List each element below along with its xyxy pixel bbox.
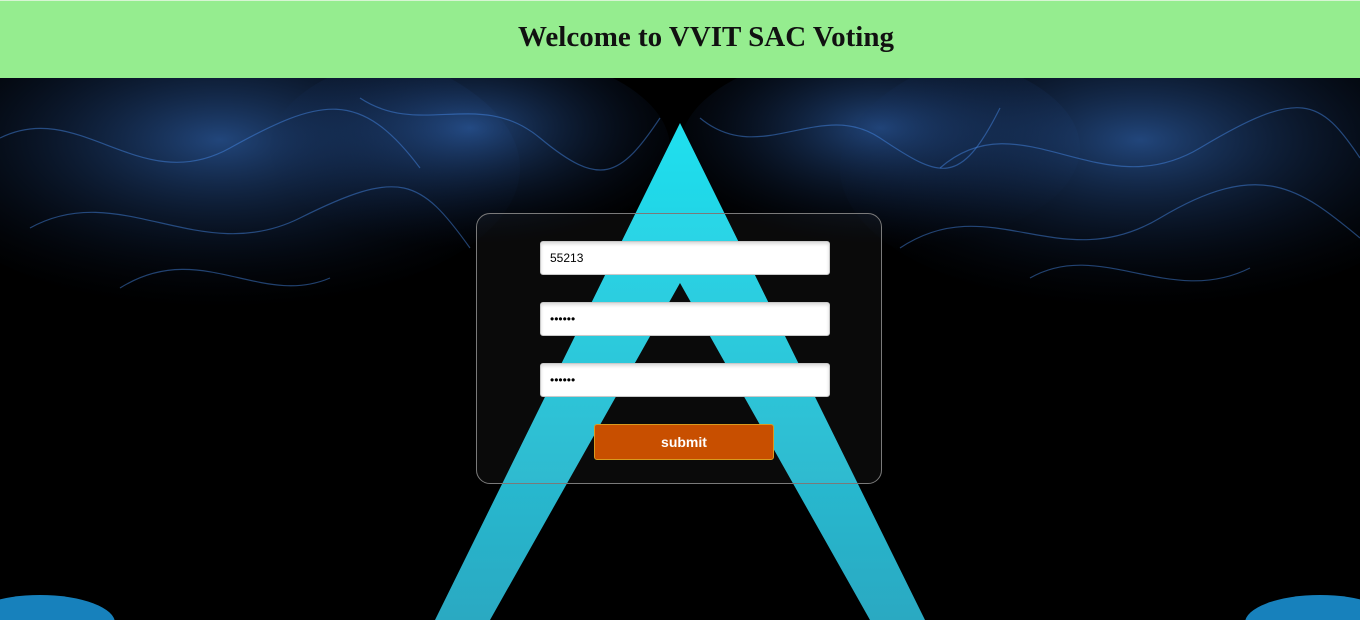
page-header: Welcome to VVIT SAC Voting bbox=[0, 0, 1360, 78]
submit-button[interactable]: submit bbox=[594, 424, 774, 460]
swirl-bottom-right bbox=[1245, 595, 1360, 620]
swirl-bottom-left bbox=[0, 595, 115, 620]
confirm-password-field[interactable] bbox=[540, 363, 830, 397]
password-field[interactable] bbox=[540, 302, 830, 336]
smoke-right bbox=[840, 78, 1360, 308]
page-title: Welcome to VVIT SAC Voting bbox=[518, 21, 894, 53]
voter-id-field[interactable] bbox=[540, 241, 830, 275]
